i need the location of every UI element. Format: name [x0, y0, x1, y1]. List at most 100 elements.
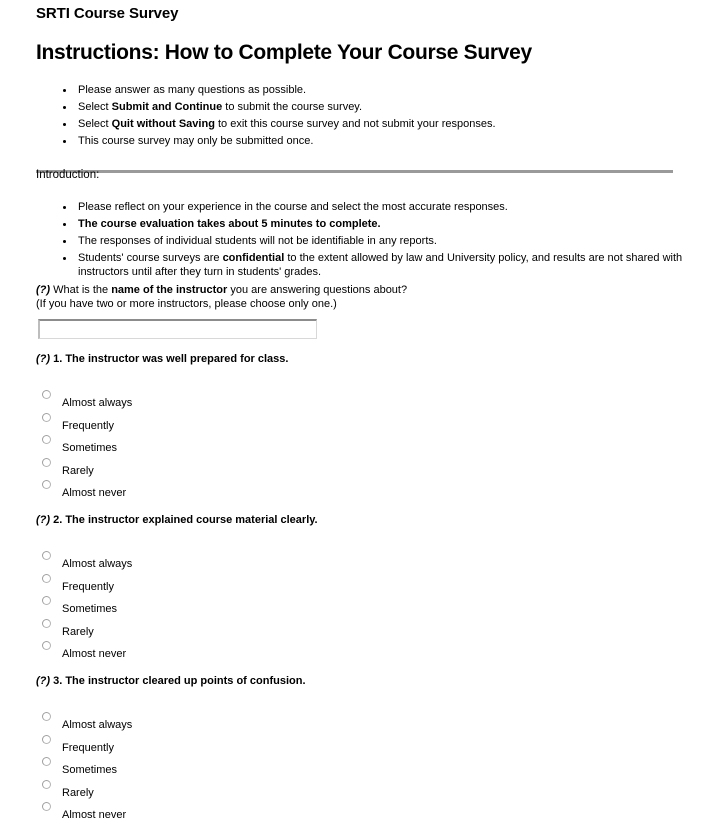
- list-item-text-tail: to submit the course survey.: [222, 101, 363, 113]
- radio-button[interactable]: [42, 712, 51, 721]
- radio-button[interactable]: [42, 390, 51, 399]
- radio-option-row[interactable]: Almost always: [36, 712, 676, 735]
- radio-option-row[interactable]: Sometimes: [36, 435, 676, 458]
- question-marker: (?): [36, 284, 51, 296]
- list-item: The course evaluation takes about 5 minu…: [52, 218, 686, 232]
- bullet-icon: [63, 223, 66, 226]
- radio-option-label[interactable]: Sometimes: [62, 764, 117, 776]
- radio-option-row[interactable]: Rarely: [36, 779, 676, 803]
- radio-button[interactable]: [42, 779, 51, 789]
- question-marker: (?): [36, 353, 51, 365]
- radio-option-row[interactable]: Sometimes: [36, 757, 676, 780]
- list-item-text: Select: [78, 118, 112, 130]
- question-text: 3. The instructor cleared up points of c…: [50, 675, 306, 687]
- question-block: (?) 1. The instructor was well prepared …: [36, 352, 676, 503]
- radio-button[interactable]: [42, 480, 51, 489]
- radio-option-label[interactable]: Almost always: [62, 558, 132, 570]
- radio-option-label[interactable]: Frequently: [62, 742, 114, 754]
- radio-button[interactable]: [42, 435, 51, 444]
- radio-option-label[interactable]: Frequently: [62, 420, 114, 432]
- radio-option-label[interactable]: Almost never: [62, 809, 126, 821]
- radio-button[interactable]: [42, 596, 51, 605]
- radio-option-row[interactable]: Almost always: [36, 390, 676, 413]
- introduction-list: Please reflect on your experience in the…: [52, 201, 686, 283]
- radio-option-row[interactable]: Frequently: [36, 734, 676, 758]
- radio-option-row[interactable]: Rarely: [36, 457, 676, 481]
- bullet-icon: [63, 89, 66, 92]
- list-item-emphasis: Quit without Saving: [111, 118, 215, 130]
- instructor-question-subtext: (If you have two or more instructors, pl…: [36, 298, 337, 310]
- radio-button[interactable]: [42, 618, 51, 628]
- question-heading: (?) 1. The instructor was well prepared …: [36, 352, 676, 366]
- question-text-post: you are answering questions about?: [227, 284, 408, 296]
- radio-group: Almost always Frequently Sometimes Rarely Al…: [36, 712, 676, 825]
- radio-group: Almost always Frequently Sometimes Rarely Al…: [36, 390, 676, 503]
- question-block: (?) 3. The instructor cleared up points …: [36, 674, 676, 825]
- section-divider: [36, 170, 673, 173]
- list-item-text: This course survey may only be submitted…: [78, 135, 314, 147]
- question-text: 1. The instructor was well prepared for …: [50, 353, 289, 365]
- radio-option-row[interactable]: Almost never: [36, 480, 676, 503]
- radio-group: Almost always Frequently Sometimes Rarely Al…: [36, 551, 676, 664]
- question-text-bold: name of the instructor: [111, 284, 228, 296]
- radio-button[interactable]: [42, 457, 51, 467]
- list-item: Please answer as many questions as possi…: [52, 84, 692, 98]
- radio-option-row[interactable]: Rarely: [36, 618, 676, 642]
- list-item-emphasis: confidential: [222, 252, 285, 264]
- radio-option-label[interactable]: Frequently: [62, 581, 114, 593]
- list-item: Select Quit without Saving to exit this …: [52, 118, 692, 132]
- radio-option-label[interactable]: Almost never: [62, 487, 126, 499]
- radio-option-label[interactable]: Almost always: [62, 397, 132, 409]
- bullet-icon: [63, 123, 66, 126]
- radio-button[interactable]: [42, 734, 51, 744]
- list-item-emphasis: Submit and Continue: [111, 101, 223, 113]
- radio-option-row[interactable]: Sometimes: [36, 596, 676, 619]
- bullet-icon: [63, 106, 66, 109]
- app-title: SRTI Course Survey: [36, 5, 179, 22]
- list-item: Select Submit and Continue to submit the…: [52, 101, 692, 115]
- question-heading: (?) 2. The instructor explained course m…: [36, 513, 676, 527]
- radio-button[interactable]: [42, 551, 51, 560]
- list-item-text: Please reflect on your experience in the…: [78, 201, 508, 213]
- radio-option-label[interactable]: Rarely: [62, 465, 94, 477]
- list-item: This course survey may only be submitted…: [52, 135, 692, 149]
- list-item-text: Select: [78, 101, 112, 113]
- page-title: Instructions: How to Complete Your Cours…: [36, 41, 532, 64]
- list-item: Please reflect on your experience in the…: [52, 201, 686, 215]
- list-item-emphasis: The course evaluation takes about 5 minu…: [78, 218, 381, 230]
- radio-option-label[interactable]: Sometimes: [62, 442, 117, 454]
- bullet-icon: [63, 240, 66, 243]
- radio-option-row[interactable]: Frequently: [36, 412, 676, 436]
- radio-option-label[interactable]: Almost always: [62, 719, 132, 731]
- question-marker: (?): [36, 675, 51, 687]
- question-heading: (?) 3. The instructor cleared up points …: [36, 674, 676, 688]
- bullet-icon: [63, 140, 66, 143]
- question-block: (?) 2. The instructor explained course m…: [36, 513, 676, 664]
- question-text-pre: What is the: [50, 284, 112, 296]
- list-item-text: The responses of individual students wil…: [78, 235, 437, 247]
- radio-option-label[interactable]: Almost never: [62, 648, 126, 660]
- radio-button[interactable]: [42, 573, 51, 583]
- list-item-text: Please answer as many questions as possi…: [78, 84, 307, 96]
- radio-button[interactable]: [42, 412, 51, 422]
- bullet-icon: [63, 206, 66, 209]
- radio-button[interactable]: [42, 802, 51, 811]
- list-item-text-tail: to exit this course survey and not submi…: [214, 118, 496, 130]
- instructor-name-input[interactable]: [38, 319, 317, 339]
- instructor-name-question: (?) What is the name of the instructor y…: [36, 283, 656, 311]
- radio-option-row[interactable]: Almost never: [36, 802, 676, 825]
- instructions-list: Please answer as many questions as possi…: [52, 84, 692, 152]
- radio-option-label[interactable]: Sometimes: [62, 603, 117, 615]
- radio-button[interactable]: [42, 641, 51, 650]
- radio-option-row[interactable]: Almost never: [36, 641, 676, 664]
- radio-option-label[interactable]: Rarely: [62, 787, 94, 799]
- radio-option-label[interactable]: Rarely: [62, 626, 94, 638]
- question-marker: (?): [36, 514, 51, 526]
- bullet-icon: [63, 257, 66, 260]
- radio-button[interactable]: [42, 757, 51, 766]
- introduction-label: Introduction:: [36, 169, 100, 181]
- list-item: Students' course surveys are confidentia…: [52, 252, 686, 279]
- radio-option-row[interactable]: Almost always: [36, 551, 676, 574]
- question-text: 2. The instructor explained course mater…: [50, 514, 318, 526]
- radio-option-row[interactable]: Frequently: [36, 573, 676, 597]
